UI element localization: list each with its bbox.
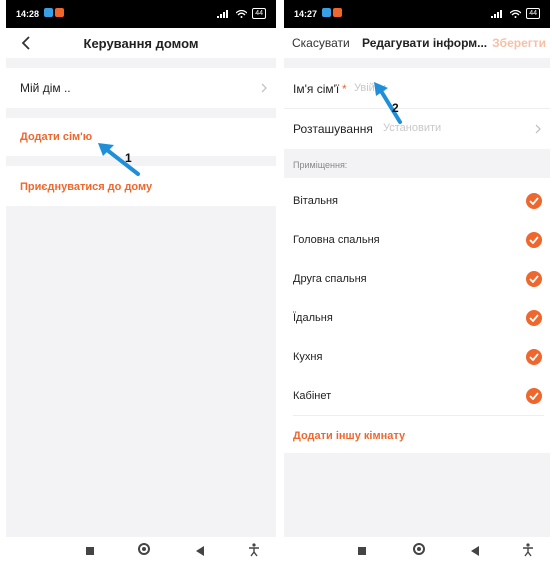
add-family-button[interactable]: Додати сім'ю: [20, 131, 92, 143]
home-icon[interactable]: [413, 543, 425, 555]
back-icon[interactable]: [471, 546, 479, 556]
checkmark-icon[interactable]: [526, 310, 542, 326]
annotation-arrow-icon: [98, 143, 140, 176]
annotation-arrow-icon: [374, 82, 402, 124]
system-nav-bar: [284, 537, 550, 565]
location-label: Розташування: [293, 122, 373, 136]
app-notification-icon: [333, 8, 342, 17]
checkmark-icon[interactable]: [526, 349, 542, 365]
family-name-label: Ім'я сім'ї: [293, 82, 340, 96]
signal-icon: [491, 9, 503, 18]
accessibility-icon[interactable]: [248, 543, 260, 557]
room-name: Вітальня: [293, 195, 338, 207]
app-notification-icon: [44, 8, 53, 17]
battery-icon: 44: [252, 8, 266, 19]
family-name-row: Ім'я сім'ї * Увійти: [284, 68, 550, 108]
room-item[interactable]: Друга спальня: [284, 258, 550, 298]
wifi-icon: [236, 9, 248, 18]
checkmark-icon[interactable]: [526, 193, 542, 209]
status-time: 14:28: [16, 9, 40, 19]
room-name: Головна спальня: [293, 234, 380, 246]
room-name: Друга спальня: [293, 273, 367, 285]
annotation-number: 2: [392, 101, 399, 115]
chevron-right-icon: [535, 124, 541, 134]
checkmark-icon[interactable]: [526, 388, 542, 404]
status-time: 14:27: [294, 9, 318, 19]
chevron-right-icon: [261, 83, 267, 93]
rooms-section-title: Приміщення:: [293, 160, 348, 170]
battery-icon: 44: [526, 8, 540, 19]
room-name: Кухня: [293, 351, 323, 363]
room-item[interactable]: Кабінет: [284, 375, 550, 415]
rooms-list: Вітальня Головна спальня Друга спальня Ї…: [284, 178, 550, 453]
top-bar: Керування домом: [6, 28, 276, 58]
home-name: Мій дім ..: [20, 81, 71, 95]
save-button[interactable]: Зберегти: [492, 36, 546, 50]
room-name: Кабінет: [293, 390, 332, 402]
system-nav-bar: [6, 537, 276, 565]
room-item[interactable]: Їдальня: [284, 297, 550, 337]
add-room-button[interactable]: Додати іншу кімнату: [293, 430, 405, 442]
location-row[interactable]: Розташування Установити: [284, 108, 550, 149]
checkmark-icon[interactable]: [526, 232, 542, 248]
signal-icon: [217, 9, 229, 18]
checkmark-icon[interactable]: [526, 271, 542, 287]
status-bar: 14:28 44: [6, 0, 276, 28]
room-item[interactable]: Кухня: [284, 336, 550, 376]
cancel-button[interactable]: Скасувати: [292, 36, 350, 50]
room-name: Їдальня: [293, 312, 333, 324]
notification-icons: [322, 8, 342, 17]
annotation-number: 1: [125, 151, 132, 165]
app-notification-icon: [322, 8, 331, 17]
room-item[interactable]: Головна спальня: [284, 219, 550, 259]
join-home-button[interactable]: Приєднуватися до дому: [20, 181, 152, 193]
back-icon[interactable]: [196, 546, 204, 556]
accessibility-icon[interactable]: [522, 543, 534, 557]
room-item[interactable]: Вітальня: [284, 180, 550, 220]
recent-apps-icon[interactable]: [86, 547, 94, 555]
phone-screen-left: 14:28 44 Керування домом Мій дім .. Дода…: [6, 0, 276, 565]
wifi-icon: [510, 9, 522, 18]
home-icon[interactable]: [138, 543, 150, 555]
required-mark: *: [342, 82, 347, 96]
page-title: Керування домом: [83, 36, 199, 51]
add-room-item[interactable]: Додати іншу кімнату: [284, 416, 550, 452]
app-notification-icon: [55, 8, 64, 17]
recent-apps-icon[interactable]: [358, 547, 366, 555]
top-bar: Скасувати Редагувати інформ... Зберегти: [284, 28, 550, 58]
notification-icons: [44, 8, 64, 17]
page-title: Редагувати інформ...: [362, 36, 488, 50]
status-bar: 14:27 44: [284, 0, 550, 28]
home-list-item[interactable]: Мій дім ..: [6, 68, 276, 108]
phone-screen-right: 14:27 44 Скасувати Редагувати інформ... …: [284, 0, 550, 565]
